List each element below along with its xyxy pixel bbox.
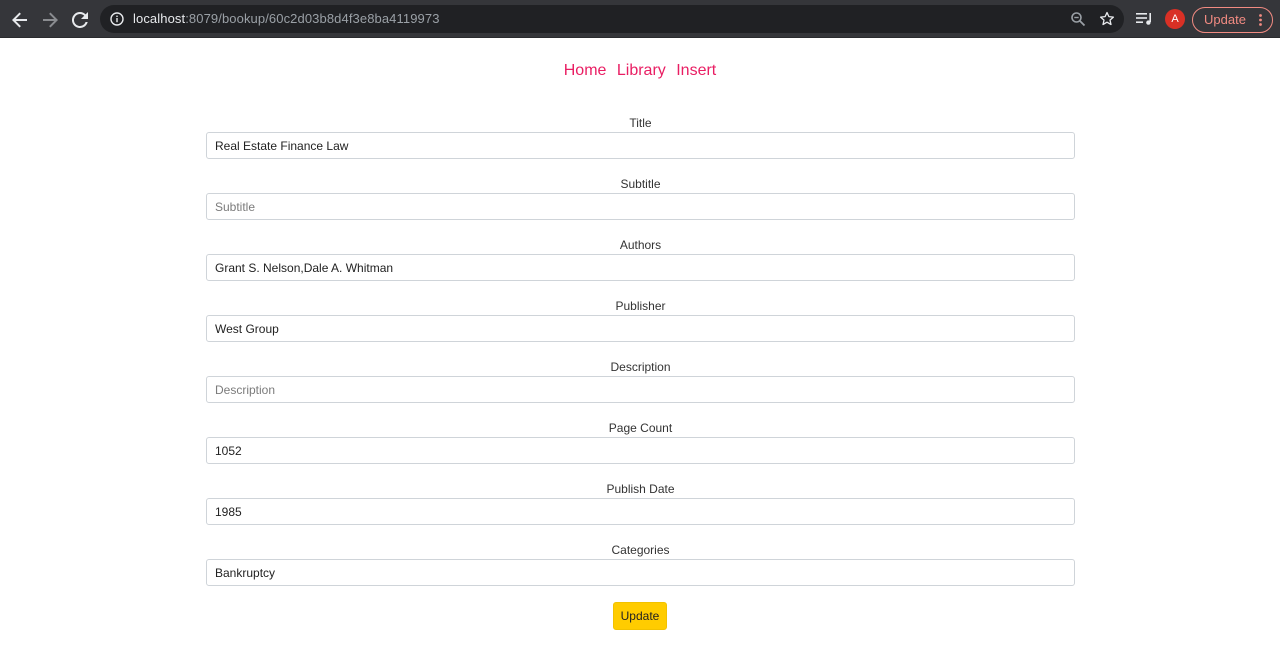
title-label: Title <box>629 116 652 130</box>
description-label: Description <box>610 360 671 374</box>
categories-field-group: Categories <box>206 543 1075 604</box>
nav-link-insert[interactable]: Insert <box>676 62 716 79</box>
avatar[interactable]: A <box>1165 9 1185 29</box>
authors-field-group: Authors <box>206 238 1075 299</box>
zoom-icon[interactable] <box>1070 11 1086 27</box>
publish-date-label: Publish Date <box>606 482 675 496</box>
description-input[interactable] <box>206 376 1075 403</box>
browser-toolbar: localhost:8079/bookup/60c2d03b8d4f3e8ba4… <box>0 0 1280 38</box>
page-count-field-group: Page Count <box>206 421 1075 482</box>
reload-icon[interactable] <box>68 8 92 32</box>
publisher-label: Publisher <box>615 299 666 313</box>
site-nav: Home Library Insert <box>0 61 1280 81</box>
back-arrow-icon[interactable] <box>8 8 32 32</box>
browser-update-label: Update <box>1204 12 1246 27</box>
publisher-input[interactable] <box>206 315 1075 342</box>
categories-label: Categories <box>611 543 670 557</box>
submit-row: Update <box>0 602 1280 630</box>
info-icon[interactable] <box>110 12 124 26</box>
subtitle-input[interactable] <box>206 193 1075 220</box>
browser-update-button[interactable]: Update <box>1192 7 1273 33</box>
page-count-input[interactable] <box>206 437 1075 464</box>
page-count-label: Page Count <box>608 421 673 435</box>
kebab-menu-icon <box>1259 14 1262 26</box>
address-bar[interactable]: localhost:8079/bookup/60c2d03b8d4f3e8ba4… <box>100 5 1124 33</box>
url-text[interactable]: localhost:8079/bookup/60c2d03b8d4f3e8ba4… <box>133 11 440 27</box>
url-host: localhost <box>133 11 186 26</box>
star-icon[interactable] <box>1099 11 1115 27</box>
authors-label: Authors <box>619 238 662 252</box>
publish-date-input[interactable] <box>206 498 1075 525</box>
categories-input[interactable] <box>206 559 1075 586</box>
title-input[interactable] <box>206 132 1075 159</box>
subtitle-field-group: Subtitle <box>206 177 1075 238</box>
update-button[interactable]: Update <box>613 602 667 630</box>
url-path: :8079/bookup/60c2d03b8d4f3e8ba4119973 <box>185 11 440 26</box>
nav-link-home[interactable]: Home <box>564 62 607 79</box>
book-edit-form: Title Subtitle Authors Publisher Descrip… <box>206 116 1075 604</box>
subtitle-label: Subtitle <box>620 177 661 191</box>
publish-date-field-group: Publish Date <box>206 482 1075 543</box>
description-field-group: Description <box>206 360 1075 421</box>
publisher-field-group: Publisher <box>206 299 1075 360</box>
forward-arrow-icon[interactable] <box>38 8 62 32</box>
authors-input[interactable] <box>206 254 1075 281</box>
nav-link-library[interactable]: Library <box>617 62 666 79</box>
media-queue-icon[interactable] <box>1136 11 1154 27</box>
title-field-group: Title <box>206 116 1075 177</box>
